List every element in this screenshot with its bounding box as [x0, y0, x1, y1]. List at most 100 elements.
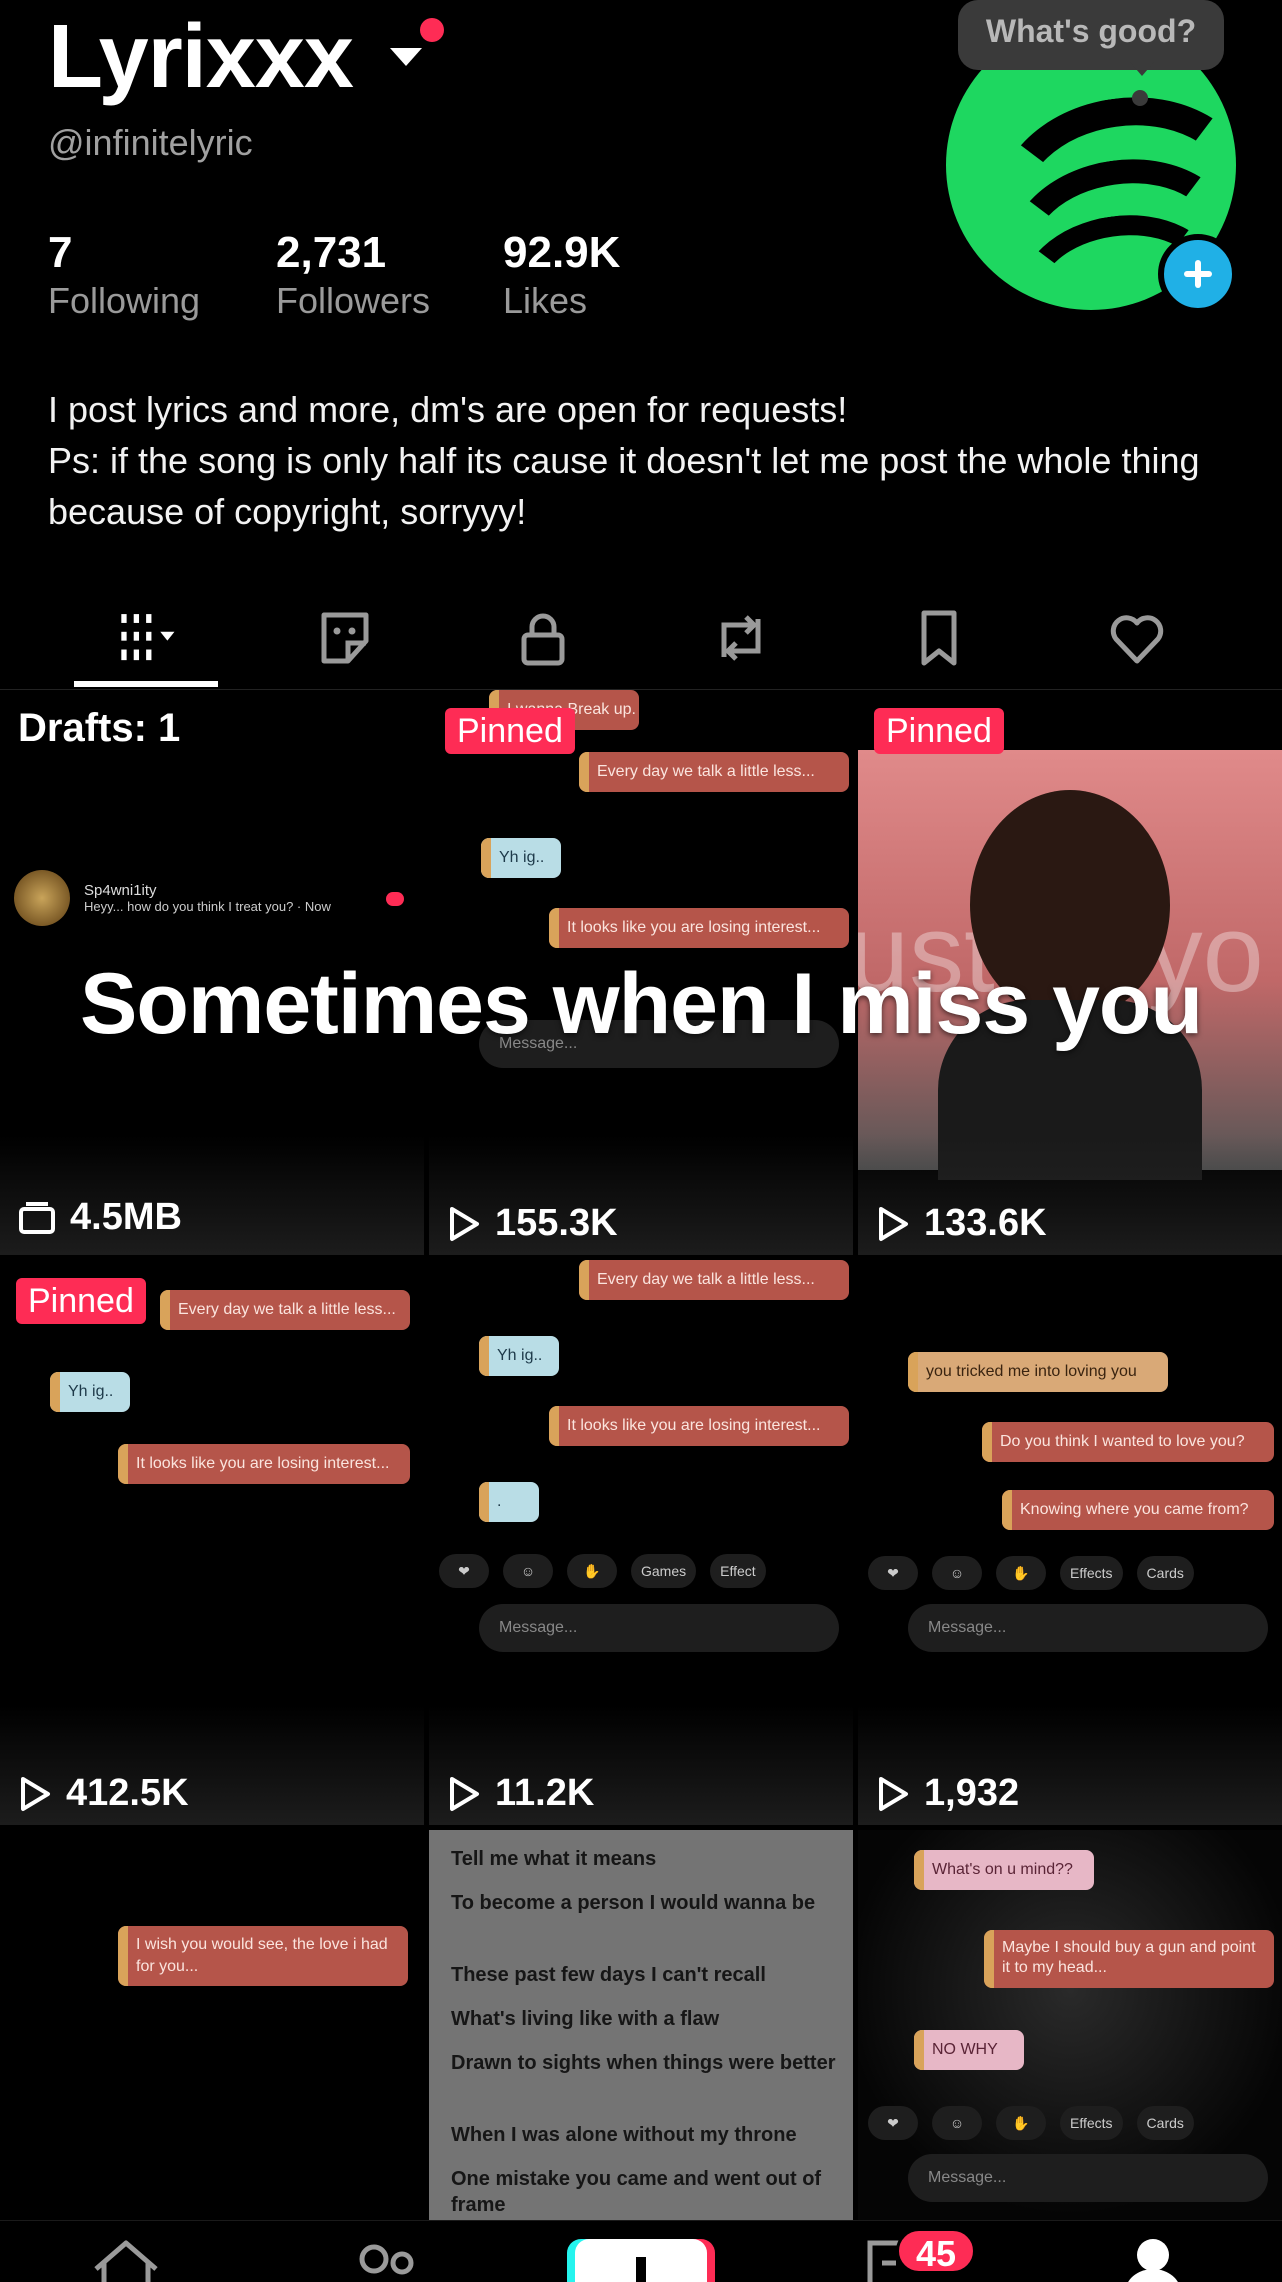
- followers-count: 2,731: [276, 228, 387, 277]
- lyric-line: Tell me what it means: [451, 1848, 657, 1870]
- drafts-chat-preview: Sp4wni1ity Heyy... how do you think I tr…: [14, 870, 331, 926]
- play-icon: [879, 1776, 908, 1811]
- chat-message: Every day we talk a little less...: [160, 1290, 410, 1330]
- view-count-text: 1,932: [924, 1772, 1020, 1814]
- reaction-heart: ❤: [868, 2106, 918, 2140]
- view-count-text: 133.6K: [924, 1202, 1047, 1244]
- reaction-laugh: ☺: [932, 2106, 982, 2140]
- play-icon: [879, 1206, 908, 1241]
- chat-message: NO WHY: [914, 2030, 1024, 2070]
- lock-icon: [521, 613, 565, 665]
- view-count: 1,932: [876, 1772, 1019, 1815]
- pinned-badge: Pinned: [874, 708, 1004, 754]
- chat-message: you tricked me into loving you: [908, 1352, 1168, 1392]
- reaction-effect: Effect: [710, 1554, 766, 1588]
- video-tile[interactable]: you tricked me into loving you Do you th…: [858, 1260, 1282, 1825]
- video-tile[interactable]: What's on u mind?? Maybe I should buy a …: [858, 1830, 1282, 2230]
- following-label: Following: [48, 279, 201, 321]
- grid-icon: [121, 613, 175, 660]
- status-bubble-dot: [1132, 90, 1148, 106]
- inbox-badge: 45: [896, 2228, 976, 2274]
- view-count-text: 412.5K: [66, 1772, 189, 1814]
- likes-count: 92.9K: [503, 228, 621, 277]
- pinned-badge: Pinned: [445, 708, 575, 754]
- plus-icon: [636, 2257, 646, 2282]
- reaction-effects: Effects: [1060, 2106, 1123, 2140]
- chat-message: Knowing where you came from?: [1002, 1490, 1274, 1530]
- pinned-badge: Pinned: [16, 1278, 146, 1324]
- bio-line: I post lyrics and more, dm's are open fo…: [48, 389, 848, 430]
- profile-tabs: [0, 585, 1282, 690]
- chat-message: Every day we talk a little less...: [579, 1260, 849, 1300]
- chat-avatar: [14, 870, 70, 926]
- following-count: 7: [48, 228, 73, 277]
- bottom-nav: [0, 2220, 1282, 2282]
- tab-liked[interactable]: [1038, 585, 1236, 690]
- tab-private[interactable]: [444, 585, 642, 690]
- heart-icon: [1110, 614, 1164, 663]
- nav-friends[interactable]: [326, 2233, 446, 2282]
- chat-message: .: [479, 1482, 539, 1522]
- message-compose: Message...: [908, 2154, 1268, 2202]
- tab-stickers[interactable]: [246, 585, 444, 690]
- following-stat[interactable]: 7 Following: [48, 228, 200, 322]
- home-icon: [94, 2240, 158, 2282]
- tab-videos[interactable]: [48, 585, 246, 690]
- lyric-line: One mistake you came and went out of fra…: [451, 2168, 822, 2216]
- view-count-text: 155.3K: [495, 1202, 618, 1244]
- repost-icon: [721, 614, 761, 661]
- video-grid: Drafts: 1 Sp4wni1ity Heyy... how do you …: [0, 690, 1282, 2230]
- lyric-line: When I was alone without my throne: [451, 2124, 797, 2146]
- drafts-label: Drafts: 1: [18, 706, 181, 750]
- view-count: 412.5K: [18, 1772, 189, 1815]
- chat-message: What's on u mind??: [914, 1850, 1094, 1890]
- notification-dot: [420, 18, 444, 42]
- chat-message: Do you think I wanted to love you?: [982, 1422, 1274, 1462]
- tab-reposts[interactable]: [642, 585, 840, 690]
- reaction-heart: ❤: [868, 1556, 918, 1590]
- message-compose: Message...: [479, 1604, 839, 1652]
- chat-message: It looks like you are losing interest...: [549, 1406, 849, 1446]
- reaction-games: Games: [631, 1554, 697, 1588]
- status-bubble[interactable]: What's good?: [958, 0, 1224, 70]
- drafts-size: 4.5MB: [18, 1196, 182, 1239]
- add-story-button[interactable]: [1158, 234, 1238, 314]
- video-tile[interactable]: Every day we talk a little less... Yh ig…: [0, 1260, 424, 1825]
- nav-profile[interactable]: [1093, 2233, 1213, 2282]
- lyric-line: Drawn to sights when things were better: [451, 2052, 836, 2074]
- view-count: 155.3K: [447, 1202, 618, 1245]
- likes-stat[interactable]: 92.9K Likes: [503, 228, 620, 322]
- profile-name: Lyrixxx: [48, 7, 354, 107]
- reaction-bar: ❤ ☺ ✋ Effects Cards: [868, 1556, 1194, 1590]
- nav-home[interactable]: [66, 2233, 186, 2282]
- chat-message: It looks like you are losing interest...: [118, 1444, 410, 1484]
- followers-stat[interactable]: 2,731 Followers: [276, 228, 430, 322]
- reaction-cards: Cards: [1136, 1556, 1194, 1590]
- chat-unread-badge: [386, 892, 404, 906]
- profile-icon: [1128, 2239, 1178, 2282]
- reaction-laugh: ☺: [503, 1554, 553, 1588]
- chat-message: I wish you would see, the love i had for…: [118, 1926, 408, 1986]
- reaction-bar: ❤ ☺ ✋ Games Effect: [439, 1554, 766, 1588]
- lyric-line: These past few days I can't recall: [451, 1964, 766, 1986]
- likes-label: Likes: [503, 279, 588, 321]
- profile-bio: I post lyrics and more, dm's are open fo…: [48, 384, 1228, 537]
- chat-message: Yh ig..: [479, 1336, 559, 1376]
- caption-overlay: Sometimes when I miss you: [79, 956, 1203, 1052]
- reaction-bar: ❤ ☺ ✋ Effects Cards: [868, 2106, 1194, 2140]
- reaction-thumb: ✋: [996, 1556, 1046, 1590]
- tab-saved[interactable]: [840, 585, 1038, 690]
- bio-line: Ps: if the song is only half its cause i…: [48, 440, 1200, 532]
- chat-name: Sp4wni1ity: [84, 882, 157, 899]
- reaction-heart: ❤: [439, 1554, 489, 1588]
- video-tile[interactable]: Tell me what it means To become a person…: [429, 1830, 853, 2230]
- reaction-thumb: ✋: [567, 1554, 617, 1588]
- video-tile[interactable]: I wish you would see, the love i had for…: [0, 1830, 424, 2230]
- lyric-line: What's living like with a flaw: [451, 2008, 720, 2030]
- reaction-thumb: ✋: [996, 2106, 1046, 2140]
- bookmark-icon: [921, 610, 957, 665]
- video-tile[interactable]: Every day we talk a little less... Yh ig…: [429, 1260, 853, 1825]
- create-button[interactable]: [575, 2239, 707, 2282]
- account-switch-caret-icon[interactable]: [390, 48, 422, 66]
- play-icon: [450, 1776, 479, 1811]
